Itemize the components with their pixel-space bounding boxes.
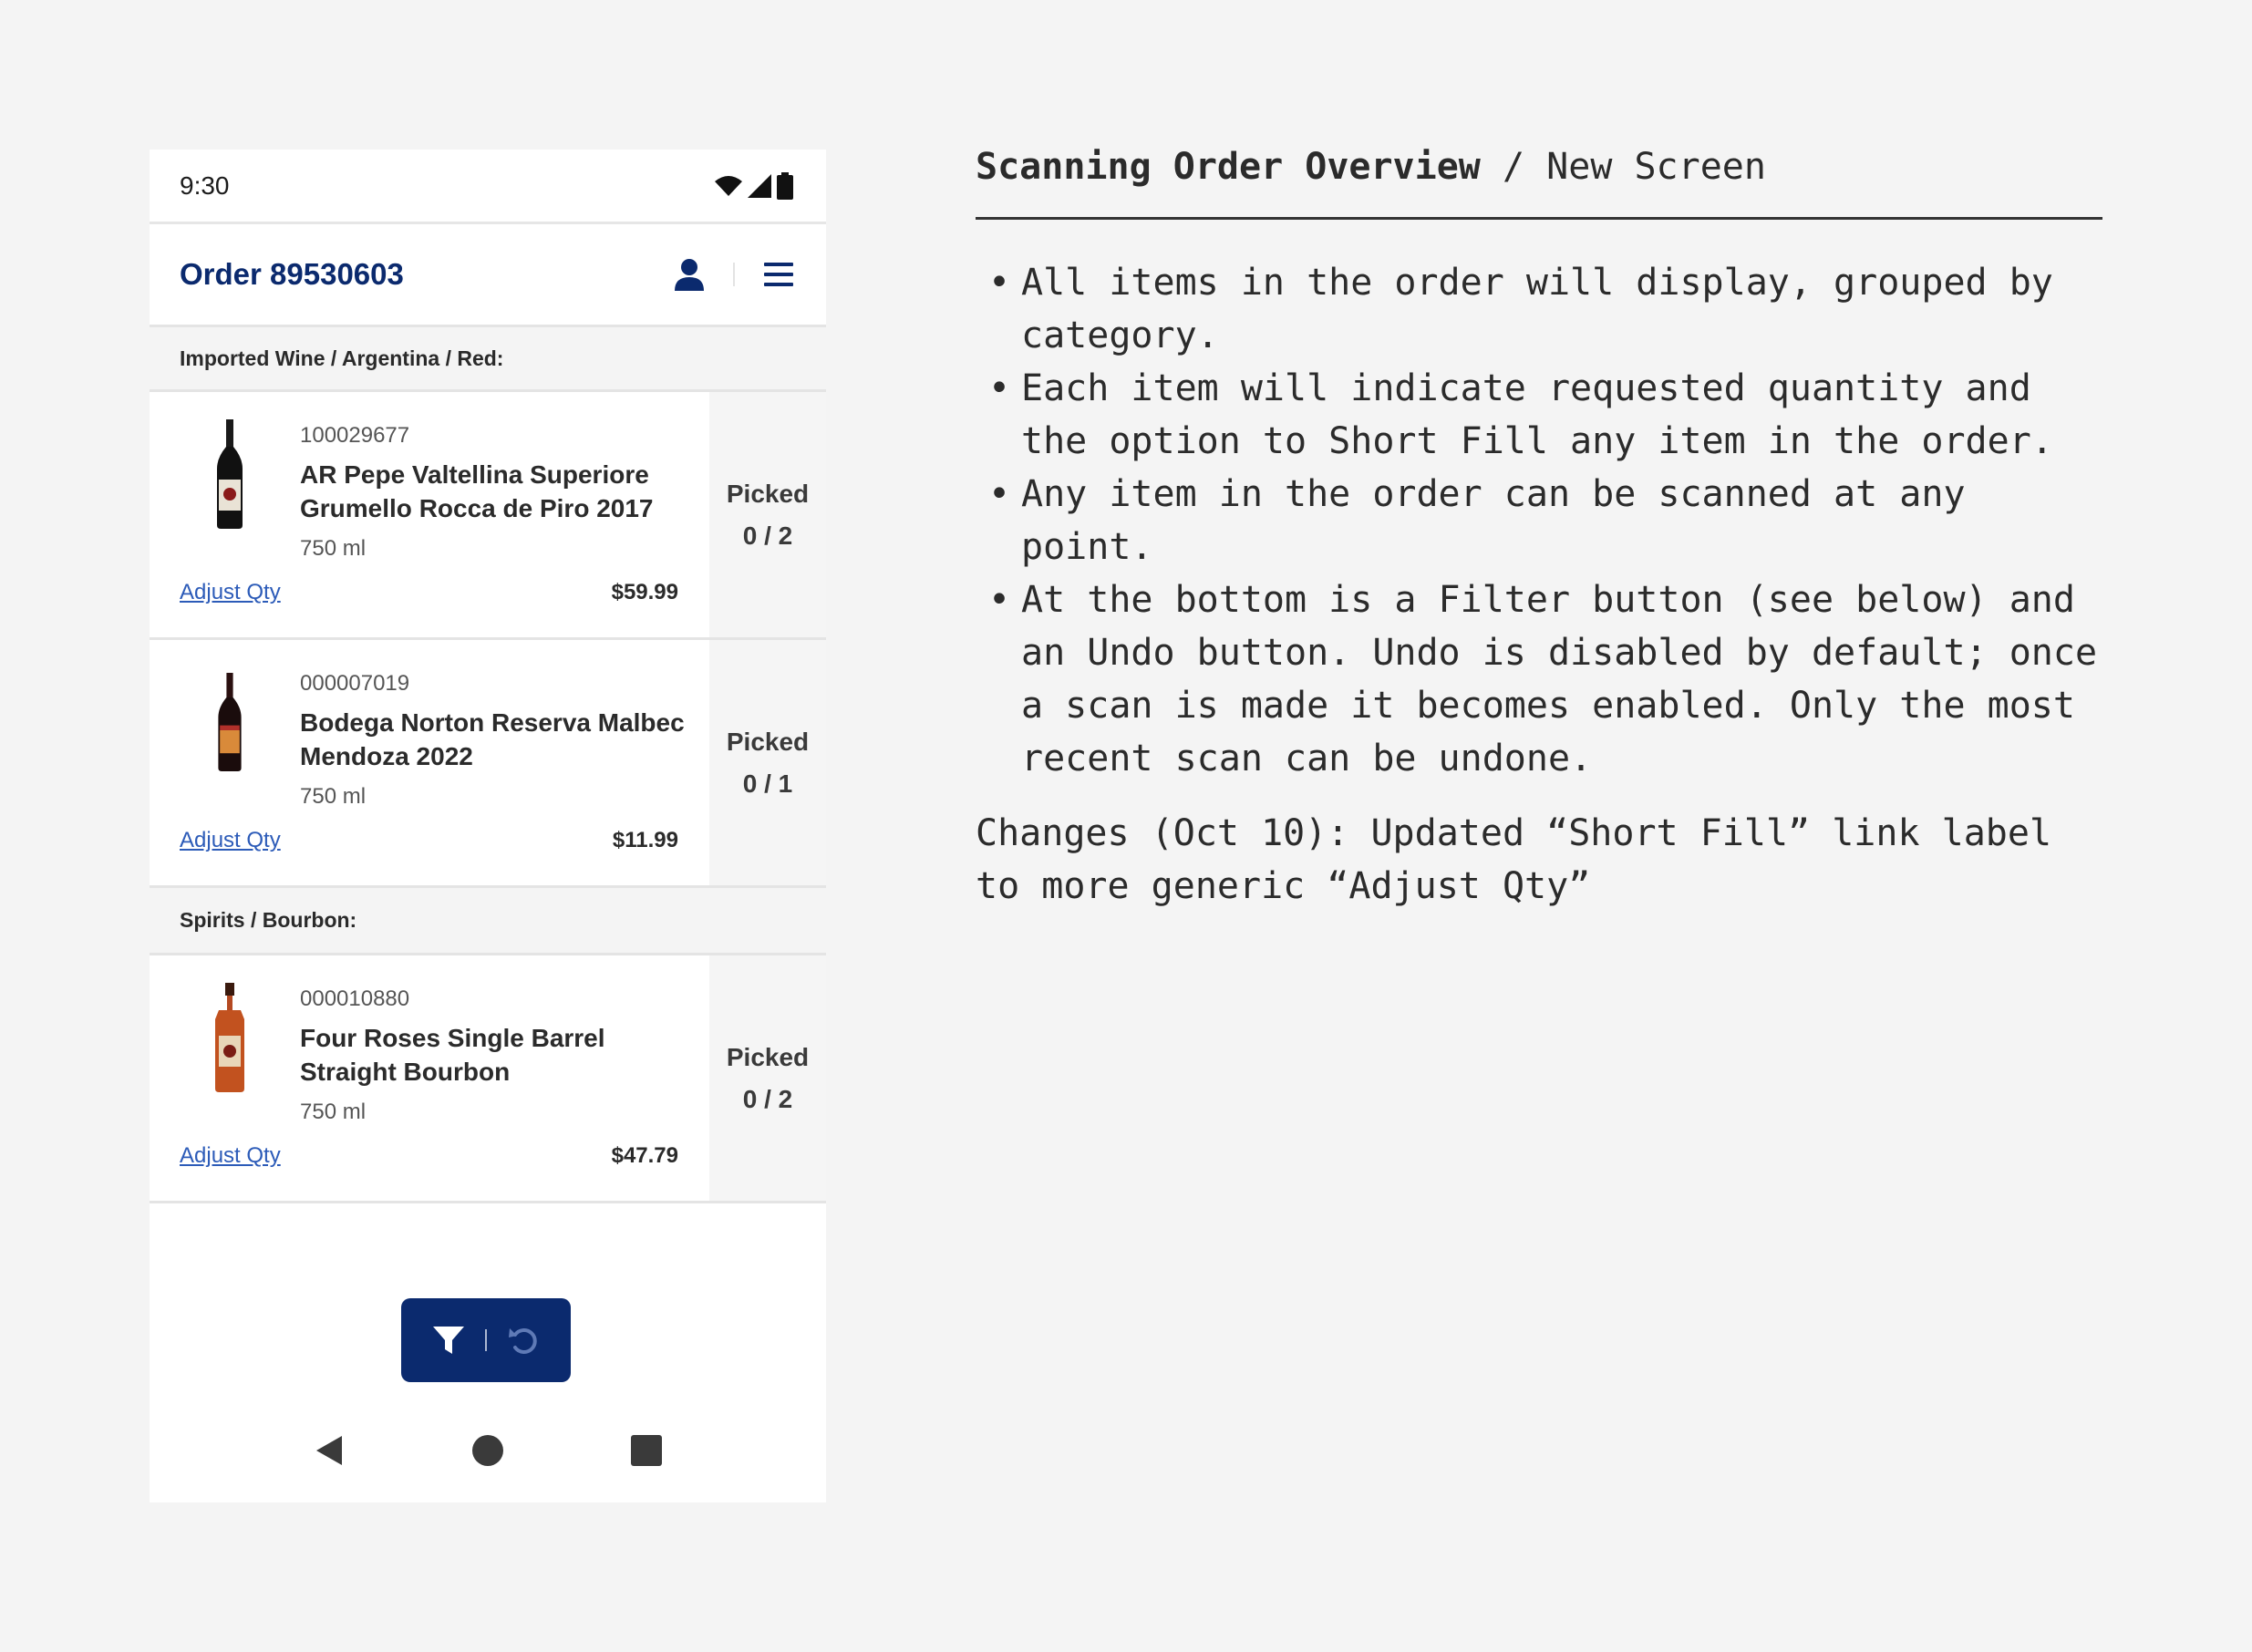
filter-icon (433, 1327, 464, 1354)
item-sku: 100029677 (300, 423, 410, 448)
picked-status: Picked 0 / 2 (709, 392, 826, 637)
picked-label: Picked (726, 1042, 810, 1071)
header-divider (733, 263, 735, 286)
hamburger-menu-icon[interactable] (764, 262, 793, 287)
nav-back-button[interactable] (302, 1423, 356, 1478)
picked-count: 0 / 1 (742, 769, 793, 798)
item-name: AR Pepe Valtellina Superiore Grumello Ro… (300, 460, 654, 522)
status-time: 9:30 (180, 170, 230, 200)
wine-bottle-image (217, 419, 243, 529)
item-price: $11.99 (612, 828, 678, 852)
android-nav-bar (150, 1399, 826, 1502)
phone-screen: 9:30 Order 89530603 Imported Wine / Arge… (150, 150, 826, 1502)
item-details: 000010880 Four Roses Single Barrel Strai… (150, 955, 709, 1201)
notes-changes: Changes (Oct 10): Updated “Short Fill” l… (976, 812, 2052, 907)
notes-bullet: All items in the order will display, gro… (976, 256, 2102, 362)
header-actions (673, 258, 793, 291)
undo-button[interactable] (496, 1313, 551, 1368)
list-item[interactable]: 100029677 AR Pepe Valtellina Superiore G… (150, 392, 826, 640)
adjust-qty-link[interactable]: Adjust Qty (180, 580, 281, 605)
item-name: Four Roses Single Barrel Straight Bourbo… (300, 1024, 605, 1086)
user-icon[interactable] (673, 258, 706, 291)
recents-square-icon (631, 1435, 662, 1466)
item-sku: 000007019 (300, 671, 410, 696)
notes-bullet: Any item in the order can be scanned at … (976, 468, 2102, 573)
picked-count: 0 / 2 (742, 1084, 793, 1113)
undo-icon (509, 1328, 537, 1354)
action-bar (401, 1298, 571, 1382)
notes-title: Scanning Order Overview / New Screen (976, 146, 2102, 220)
app-header: Order 89530603 (150, 224, 826, 325)
item-price: $47.79 (611, 1143, 678, 1168)
item-name: Bodega Norton Reserva Malbec Mendoza 202… (300, 708, 685, 770)
battery-icon (777, 171, 793, 200)
notes-bullet: At the bottom is a Filter button (see be… (976, 573, 2102, 785)
notes-title-sub: / New Screen (1502, 146, 1766, 188)
item-details: 000007019 Bodega Norton Reserva Malbec M… (150, 640, 709, 885)
nav-recents-button[interactable] (619, 1423, 674, 1478)
back-triangle-icon (316, 1436, 342, 1465)
status-icons (715, 171, 793, 200)
picked-status: Picked 0 / 1 (709, 640, 826, 885)
item-sku: 000010880 (300, 986, 410, 1011)
status-bar: 9:30 (150, 150, 826, 224)
list-item[interactable]: 000007019 Bodega Norton Reserva Malbec M… (150, 640, 826, 888)
item-size: 750 ml (300, 784, 367, 809)
wine-bottle-image (218, 673, 242, 771)
action-separator (485, 1329, 487, 1351)
item-size: 750 ml (300, 1100, 367, 1124)
picked-label: Picked (726, 479, 810, 508)
design-notes: Scanning Order Overview / New Screen All… (976, 146, 2102, 913)
notes-bullet: Each item will indicate requested quanti… (976, 362, 2102, 468)
signal-icon (748, 173, 771, 198)
adjust-qty-link[interactable]: Adjust Qty (180, 828, 281, 853)
wifi-icon (715, 175, 742, 196)
filter-button[interactable] (421, 1313, 476, 1368)
picked-count: 0 / 2 (742, 521, 793, 550)
nav-home-button[interactable] (460, 1423, 515, 1478)
list-item[interactable]: 000010880 Four Roses Single Barrel Strai… (150, 955, 826, 1203)
adjust-qty-link[interactable]: Adjust Qty (180, 1143, 281, 1169)
home-circle-icon (472, 1435, 503, 1466)
order-title: Order 89530603 (180, 257, 404, 291)
item-size: 750 ml (300, 536, 367, 561)
item-price: $59.99 (611, 580, 678, 604)
category-header: Spirits / Bourbon: (150, 888, 826, 955)
picked-label: Picked (726, 727, 810, 756)
item-details: 100029677 AR Pepe Valtellina Superiore G… (150, 392, 709, 637)
notes-bullets: All items in the order will display, gro… (976, 256, 2102, 785)
bourbon-bottle-image (215, 983, 244, 1092)
picked-status: Picked 0 / 2 (709, 955, 826, 1201)
notes-title-main: Scanning Order Overview (976, 146, 1481, 188)
category-header: Imported Wine / Argentina / Red: (150, 325, 826, 392)
